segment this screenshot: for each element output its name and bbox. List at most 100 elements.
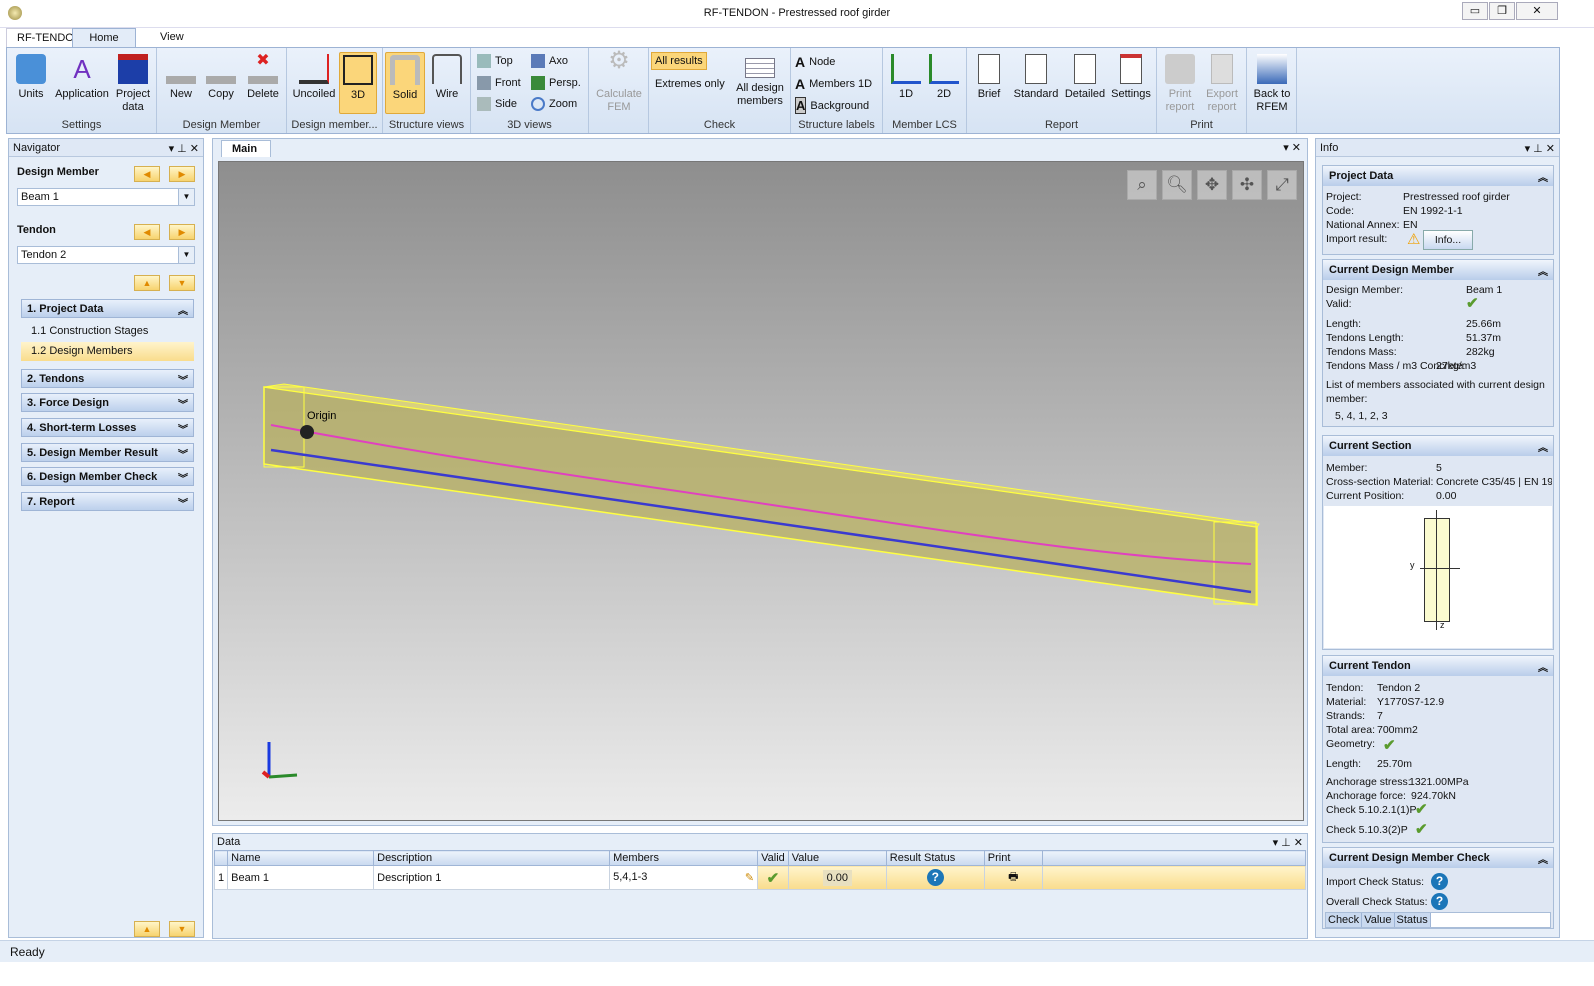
table-row[interactable]: 1 Beam 1 Description 1 5,4,1-3 ✎ ✔ 0.00 ?… — [213, 865, 1307, 890]
card-header[interactable]: Project Data ︽ — [1323, 166, 1553, 186]
nav-section-design-member-check[interactable]: 6. Design Member Check ︾ — [21, 467, 194, 486]
members-list-value: 5, 4, 1, 2, 3 — [1335, 410, 1388, 422]
scroll-up-button[interactable]: ▲ — [134, 921, 160, 937]
all-design-members-button[interactable]: All design members — [733, 58, 787, 108]
cell-members[interactable]: 5,4,1-3 ✎ — [609, 865, 759, 890]
column-valid[interactable]: Valid — [757, 850, 789, 866]
info-button[interactable]: Info... — [1423, 230, 1473, 250]
printer-icon[interactable]: 🖶 — [983, 865, 1043, 890]
new-button[interactable]: New — [163, 54, 199, 101]
print-report-button[interactable]: Print report — [1159, 54, 1201, 114]
panel-controls-icon[interactable]: ▾ ⊥ ✕ — [1273, 836, 1303, 849]
top-view-button[interactable]: Top — [477, 54, 513, 68]
chevron-down-icon[interactable]: ▼ — [178, 247, 194, 263]
move-up-button[interactable]: ▲ — [134, 275, 160, 291]
axo-view-button[interactable]: Axo — [531, 54, 568, 68]
panel-controls-icon[interactable]: ▾ ⊥ ✕ — [169, 142, 199, 155]
chevron-down-icon[interactable]: ▼ — [178, 189, 194, 205]
title-bar: RF-TENDON - Prestressed roof girder ▭ ❐ … — [0, 0, 1594, 28]
nav-section-force-design[interactable]: 3. Force Design ︾ — [21, 393, 194, 412]
uncoiled-button[interactable]: Uncoiled — [291, 54, 337, 101]
cell-name[interactable]: Beam 1 — [227, 865, 375, 890]
card-header[interactable]: Current Design Member Check ︽ — [1323, 848, 1553, 868]
delete-button[interactable]: ✖ Delete — [243, 53, 283, 101]
3d-viewport[interactable]: ⌕ 🔍︎ ✥ ✣ ⤢ Origin — [218, 161, 1304, 821]
rfem-icon — [1257, 54, 1287, 84]
extremes-only-button[interactable]: Extremes only — [655, 78, 725, 90]
label: Overall Check Status: — [1326, 896, 1428, 908]
design-member-select[interactable]: Beam 1 ▼ — [17, 188, 195, 206]
tab-main[interactable]: Main — [221, 140, 271, 157]
column-print[interactable]: Print — [983, 850, 1043, 866]
column-result-status[interactable]: Result Status — [885, 850, 985, 866]
detailed-report-button[interactable]: Detailed — [1063, 54, 1107, 101]
move-down-button[interactable]: ▼ — [169, 275, 195, 291]
background-label-button[interactable]: A Background — [795, 97, 869, 114]
info-panel: Info ▾ ⊥ ✕ Project Data ︽ Project: Prestres… — [1315, 138, 1560, 938]
chevron-down-icon: ︾ — [178, 499, 188, 510]
cell-description[interactable]: Description 1 — [373, 865, 611, 890]
application-button[interactable]: A Application — [55, 54, 109, 101]
export-report-button[interactable]: Export report — [1201, 54, 1243, 114]
zoom-button[interactable]: Zoom — [531, 97, 577, 111]
tab-home[interactable]: Home — [72, 28, 136, 48]
members-1d-label-button[interactable]: A Members 1D — [795, 76, 872, 92]
wire-button[interactable]: Wire — [429, 54, 465, 101]
nav-section-short-term-losses[interactable]: 4. Short-term Losses ︾ — [21, 418, 194, 437]
nav-section-report[interactable]: 7. Report ︾ — [21, 492, 194, 511]
scroll-down-button[interactable]: ▼ — [169, 921, 195, 937]
column-members[interactable]: Members — [609, 850, 759, 866]
brief-report-button[interactable]: Brief — [971, 54, 1007, 101]
next-tendon-button[interactable]: ▶ — [169, 224, 195, 240]
standard-report-button[interactable]: Standard — [1011, 54, 1061, 101]
nav-section-tendons[interactable]: 2. Tendons ︾ — [21, 369, 194, 388]
card-header[interactable]: Current Section ︽ — [1323, 436, 1553, 456]
minimize-button[interactable]: ▭ — [1462, 2, 1488, 20]
nav-item-construction-stages[interactable]: 1.1 Construction Stages — [21, 322, 194, 341]
tab-view[interactable]: View — [150, 28, 194, 48]
lcs-1d-button[interactable]: 1D — [889, 54, 923, 101]
label: Strands: — [1326, 710, 1366, 722]
column-value[interactable]: Value — [1362, 913, 1395, 927]
report-settings-button[interactable]: Settings — [1109, 54, 1153, 101]
panel-controls-icon[interactable]: ▾ ⊥ ✕ — [1525, 142, 1555, 155]
restore-button[interactable]: ❐ — [1489, 2, 1515, 20]
tendon-select[interactable]: Tendon 2 ▼ — [17, 246, 195, 264]
close-button[interactable]: ✕ — [1516, 2, 1558, 20]
all-results-button[interactable]: All results — [651, 52, 707, 70]
uncoiled-icon — [299, 54, 329, 84]
valid-check-icon: ✔ — [1466, 295, 1479, 312]
back-to-rfem-button[interactable]: Back to RFEM — [1249, 54, 1295, 114]
column-description[interactable]: Description — [373, 850, 611, 866]
nav-section-project-data[interactable]: 1. Project Data ︽ — [21, 299, 194, 318]
node-label-button[interactable]: A Node — [795, 54, 835, 70]
perspective-button[interactable]: Persp. — [531, 76, 581, 90]
project-data-button[interactable]: Project data — [113, 54, 153, 114]
column-name[interactable]: Name — [227, 850, 375, 866]
side-view-button[interactable]: Side — [477, 97, 517, 111]
front-view-button[interactable]: Front — [477, 76, 521, 90]
calculate-fem-button[interactable]: ⚙ Calculate FEM — [593, 49, 645, 114]
solid-button[interactable]: Solid — [385, 52, 425, 114]
nav-section-design-member-result[interactable]: 5. Design Member Result ︾ — [21, 443, 194, 462]
copy-button[interactable]: Copy — [203, 54, 239, 101]
nav-item-design-members[interactable]: 1.2 Design Members — [21, 342, 194, 361]
group-label: Report — [1044, 119, 1079, 131]
column-status[interactable]: Status — [1394, 913, 1431, 927]
units-button[interactable]: Units — [13, 54, 49, 101]
label: Valid: — [1326, 298, 1352, 310]
previous-member-button[interactable]: ◀ — [134, 166, 160, 182]
column-value[interactable]: Value — [787, 850, 887, 866]
lcs-2d-button[interactable]: 2D — [927, 54, 961, 101]
ribbon: Units A Application Project data Settings… — [6, 47, 1560, 134]
report-settings-icon — [1120, 54, 1142, 84]
column-check[interactable]: Check — [1326, 913, 1363, 927]
3d-button[interactable]: 3D — [339, 52, 377, 114]
panel-controls-icon[interactable]: ▾ ✕ — [1283, 141, 1301, 154]
card-header[interactable]: Current Design Member ︽ — [1323, 260, 1553, 280]
card-header[interactable]: Current Tendon ︽ — [1323, 656, 1553, 676]
units-icon — [16, 54, 46, 84]
previous-tendon-button[interactable]: ◀ — [134, 224, 160, 240]
next-member-button[interactable]: ▶ — [169, 166, 195, 182]
pencil-icon[interactable]: ✎ — [745, 871, 754, 884]
